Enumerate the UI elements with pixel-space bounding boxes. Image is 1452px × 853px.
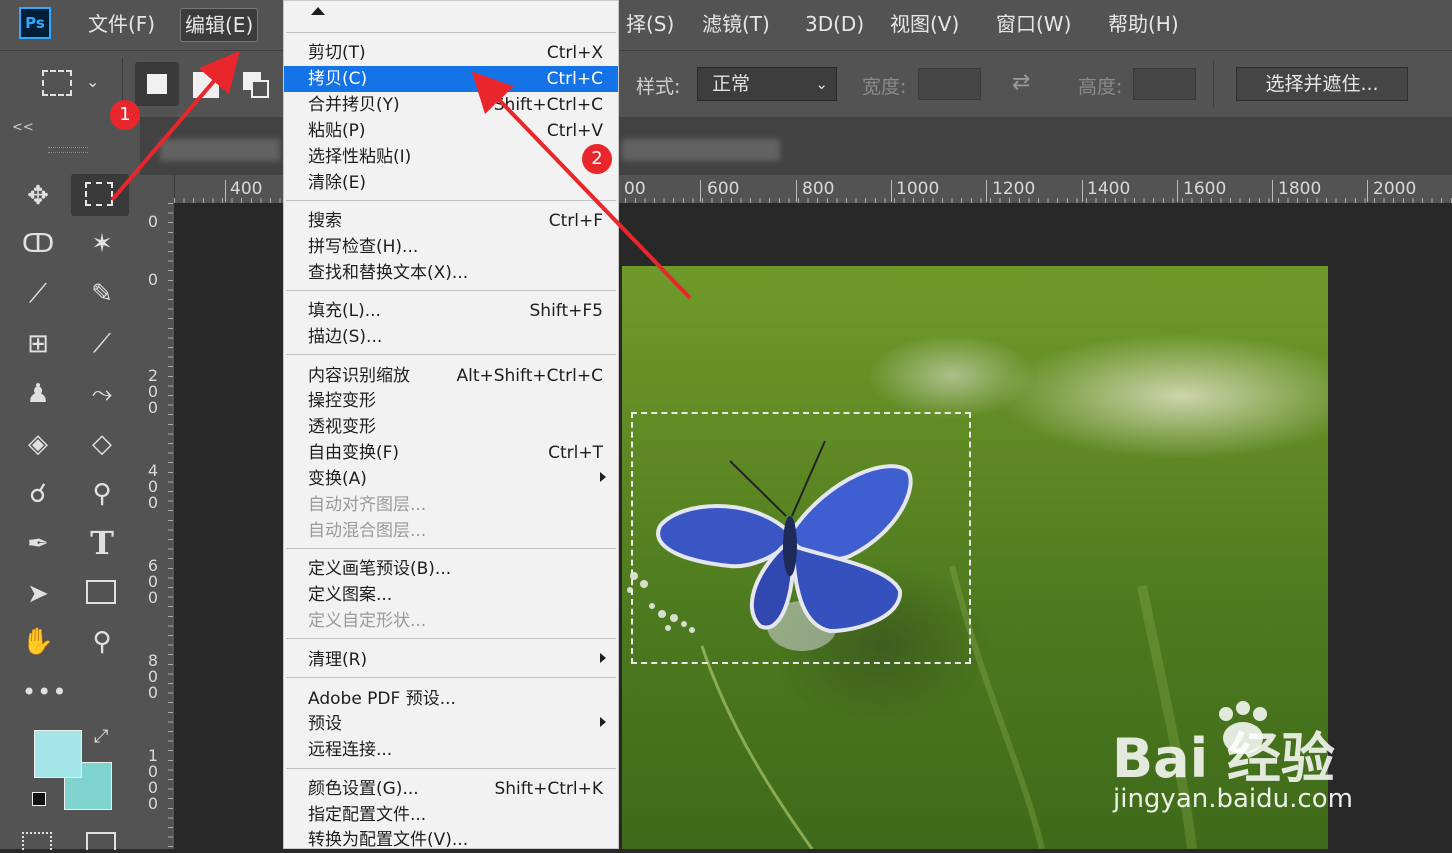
arrow-1 [110, 50, 240, 202]
step-badge-2: 2 [582, 144, 612, 174]
annotation-arrows [110, 50, 692, 300]
arrow-2 [471, 71, 692, 300]
step-badge-1: 1 [110, 100, 140, 130]
